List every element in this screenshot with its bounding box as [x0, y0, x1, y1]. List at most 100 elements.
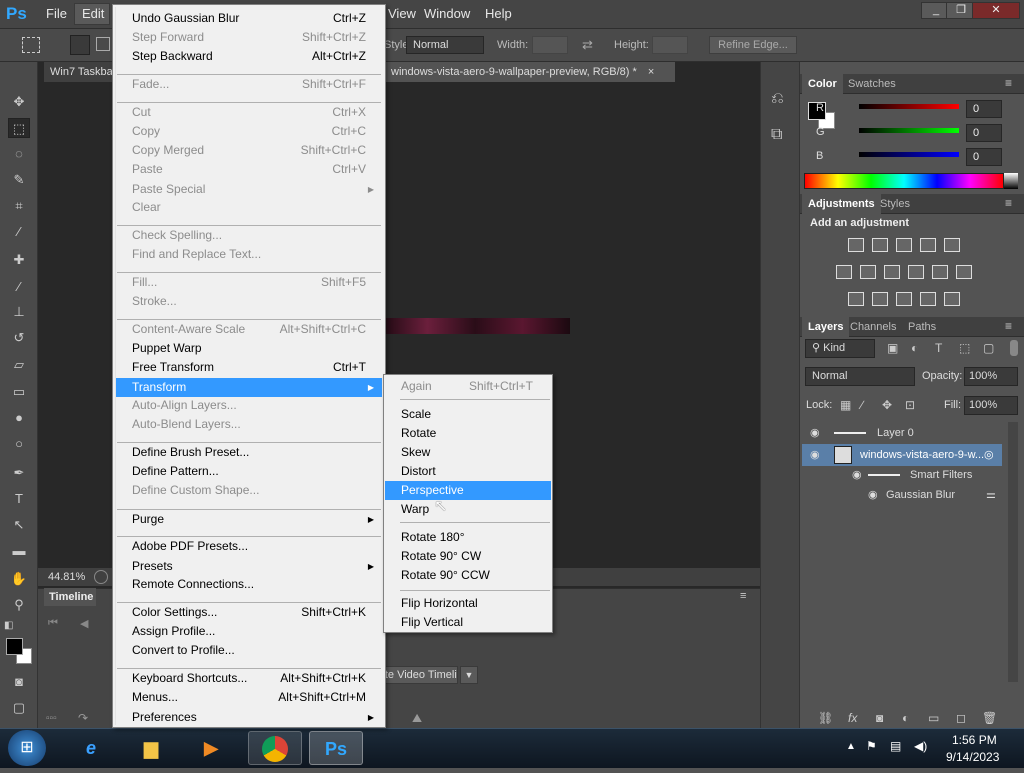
transform-item-scale[interactable]: Scale: [385, 405, 551, 424]
menu-item-auto-blend-layers[interactable]: Auto-Blend Layers...: [116, 415, 382, 434]
file-explorer-icon[interactable]: ▆: [124, 731, 178, 765]
properties-panel-icon[interactable]: ⧉: [771, 126, 782, 144]
transform-item-rotate-90-cw[interactable]: Rotate 90° CW: [385, 547, 551, 566]
new-adjustment-icon[interactable]: ◐: [902, 711, 909, 725]
menu-item-define-custom-shape[interactable]: Define Custom Shape...: [116, 481, 382, 500]
filter-adjustment-icon[interactable]: ◐: [911, 341, 918, 355]
new-layer-icon[interactable]: ◻: [956, 711, 966, 725]
gradient-tool-icon[interactable]: ▭: [8, 382, 30, 402]
g-value[interactable]: 0: [966, 124, 1002, 142]
menu-item-puppet-warp[interactable]: Puppet Warp: [116, 339, 382, 358]
height-input[interactable]: [652, 36, 688, 54]
menu-item-adobe-pdf-presets[interactable]: Adobe PDF Presets...: [116, 537, 382, 556]
curves-icon[interactable]: [896, 238, 912, 252]
layer-row[interactable]: ◉ Layer 0: [802, 422, 1008, 444]
tab-swatches[interactable]: Swatches: [842, 74, 902, 94]
color-balance-icon[interactable]: [860, 265, 876, 279]
menu-item-stroke[interactable]: Stroke...: [116, 292, 382, 311]
exposure-icon[interactable]: [920, 238, 936, 252]
first-frame-icon[interactable]: ⏮: [48, 617, 58, 630]
eyedropper-tool-icon[interactable]: ⁄: [8, 222, 30, 242]
posterize-icon[interactable]: [872, 292, 888, 306]
marquee-tool-icon[interactable]: ⬚: [8, 118, 30, 138]
menu-view[interactable]: View: [388, 6, 416, 21]
history-panel-icon[interactable]: ⎌: [771, 90, 784, 108]
new-selection-icon[interactable]: [70, 35, 90, 55]
menu-item-copy-merged[interactable]: Copy Merged Shift+Ctrl+C: [116, 141, 382, 160]
threshold-icon[interactable]: [896, 292, 912, 306]
invert-icon[interactable]: [848, 292, 864, 306]
selective-color-icon[interactable]: [944, 292, 960, 306]
menu-item-remote-connections[interactable]: Remote Connections...: [116, 575, 382, 594]
close-window-button[interactable]: ✕: [972, 2, 1020, 19]
menu-item-keyboard-shortcuts[interactable]: Keyboard Shortcuts... Alt+Shift+Ctrl+K: [116, 669, 382, 688]
transform-item-warp[interactable]: Warp: [385, 500, 551, 519]
convert-frames-icon[interactable]: ▫▫▫: [46, 713, 57, 724]
menu-item-fill[interactable]: Fill... Shift+F5: [116, 273, 382, 292]
timeline-dropdown-icon[interactable]: ▼: [460, 666, 478, 684]
transform-item-flip-horizontal[interactable]: Flip Horizontal: [385, 594, 551, 613]
layer-style-icon[interactable]: fx: [848, 711, 857, 725]
style-select[interactable]: Normal: [406, 36, 484, 54]
foreground-color-swatch[interactable]: [6, 638, 23, 655]
clock-time[interactable]: 1:56 PM: [952, 733, 997, 747]
lock-transparent-icon[interactable]: ▦: [840, 398, 851, 412]
menu-item-check-spelling[interactable]: Check Spelling...: [116, 226, 382, 245]
stamp-tool-icon[interactable]: ⊥: [8, 302, 30, 322]
color-panel-menu-icon[interactable]: ≡: [1005, 76, 1012, 90]
lasso-tool-icon[interactable]: ◌: [8, 144, 30, 164]
transform-item-flip-vertical[interactable]: Flip Vertical: [385, 613, 551, 632]
menu-item-purge[interactable]: Purge ▶: [116, 510, 382, 529]
marquee-preset-icon[interactable]: [22, 37, 40, 53]
refine-edge-button[interactable]: Refine Edge...: [709, 36, 797, 54]
tab-paths[interactable]: Paths: [902, 317, 942, 337]
link-layers-icon[interactable]: ⛓: [818, 711, 833, 725]
action-center-icon[interactable]: ⚑: [866, 739, 877, 753]
menu-item-clear[interactable]: Clear: [116, 198, 382, 217]
menu-item-presets[interactable]: Presets ▶: [116, 557, 382, 576]
menu-item-free-transform[interactable]: Free Transform Ctrl+T: [116, 358, 382, 377]
lock-position-icon[interactable]: ✥: [882, 398, 892, 412]
render-video-icon[interactable]: ↷: [78, 711, 88, 725]
adjustments-menu-icon[interactable]: ≡: [1005, 196, 1012, 210]
b-value[interactable]: 0: [966, 148, 1002, 166]
crop-tool-icon[interactable]: ⌗: [8, 196, 30, 216]
vibrance-icon[interactable]: [944, 238, 960, 252]
filter-type-icon[interactable]: T: [935, 341, 942, 355]
layers-scrollbar[interactable]: [1008, 422, 1018, 682]
r-slider[interactable]: [859, 104, 959, 109]
clock-date[interactable]: 9/14/2023: [946, 750, 999, 764]
menu-item-auto-align-layers[interactable]: Auto-Align Layers...: [116, 396, 382, 415]
brightness-icon[interactable]: [848, 238, 864, 252]
screen-mode-icon[interactable]: ▢: [8, 698, 30, 718]
transform-item-rotate-90-ccw[interactable]: Rotate 90° CCW: [385, 566, 551, 585]
add-selection-icon[interactable]: [96, 37, 110, 51]
filter-toggle[interactable]: [1010, 340, 1018, 356]
pen-tool-icon[interactable]: ✒: [8, 463, 30, 483]
lock-all-icon[interactable]: ⊡: [905, 398, 915, 412]
hue-saturation-icon[interactable]: [836, 265, 852, 279]
menu-item-cut[interactable]: Cut Ctrl+X: [116, 103, 382, 122]
tab-channels[interactable]: Channels: [844, 317, 902, 337]
visibility-eye-icon[interactable]: ◉: [810, 422, 820, 444]
layer-filter-kind[interactable]: ⚲ Kind: [805, 339, 875, 358]
internet-explorer-icon[interactable]: e: [64, 731, 118, 765]
zoom-tool-icon[interactable]: ⚲: [8, 595, 30, 615]
photoshop-taskbar-icon[interactable]: Ps: [309, 731, 363, 765]
menu-item-paste-special[interactable]: Paste Special ▶: [116, 180, 382, 199]
visibility-eye-icon[interactable]: ◉: [868, 484, 878, 506]
blending-options-icon[interactable]: ⚌: [986, 484, 996, 506]
menu-item-step-backward[interactable]: Step Backward Alt+Ctrl+Z: [116, 47, 382, 66]
path-select-tool-icon[interactable]: ↖: [8, 515, 30, 535]
history-brush-tool-icon[interactable]: ↺: [8, 328, 30, 348]
menu-item-define-brush-preset[interactable]: Define Brush Preset...: [116, 443, 382, 462]
doc-tab-close-icon[interactable]: ×: [648, 66, 654, 78]
blur-tool-icon[interactable]: ●: [8, 408, 30, 428]
healing-brush-tool-icon[interactable]: ✚: [8, 250, 30, 270]
menu-item-preferences[interactable]: Preferences ▶: [116, 708, 382, 727]
opacity-input[interactable]: 100%: [964, 367, 1018, 386]
menu-help[interactable]: Help: [485, 6, 512, 21]
levels-icon[interactable]: [872, 238, 888, 252]
timeline-tab[interactable]: Timeline: [44, 588, 96, 606]
transform-item-rotate[interactable]: Rotate: [385, 424, 551, 443]
